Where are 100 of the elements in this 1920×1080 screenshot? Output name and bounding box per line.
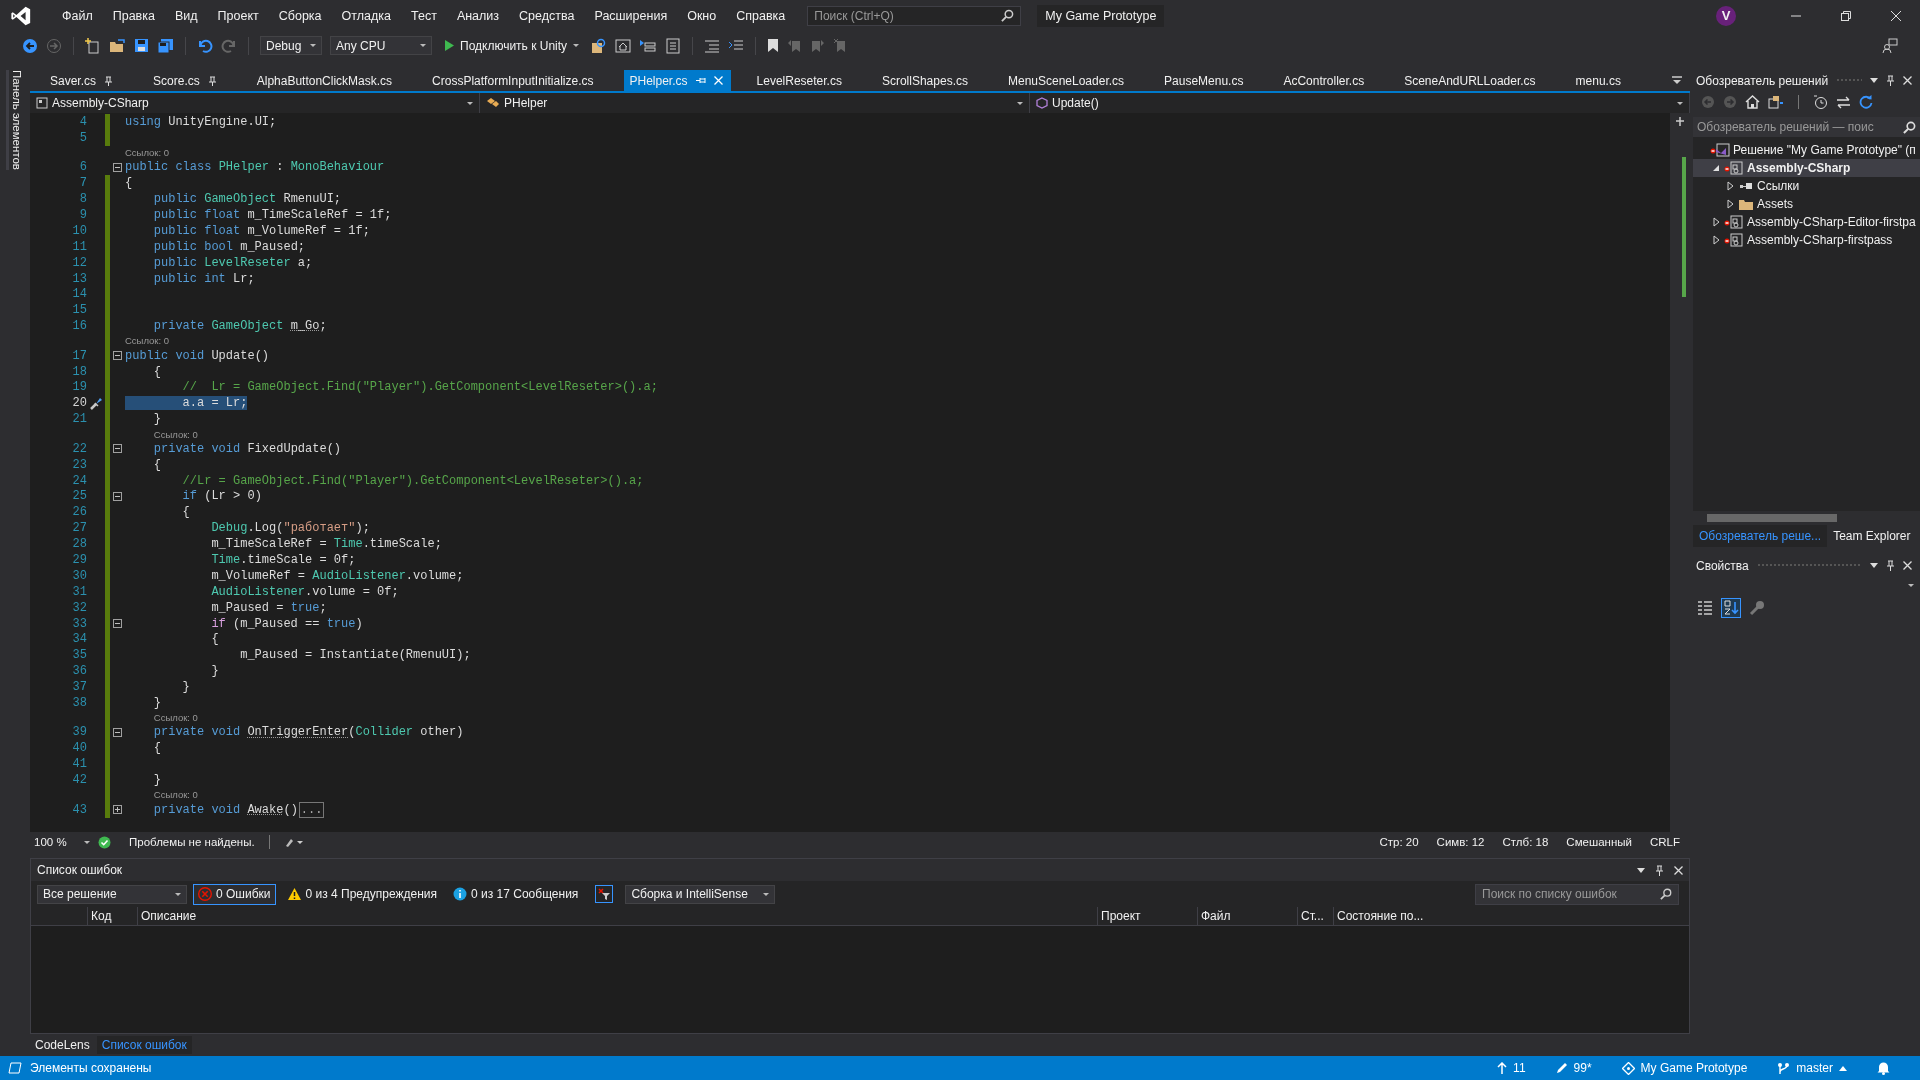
repository-indicator[interactable]: My Game Prototype xyxy=(1621,1061,1748,1075)
solution-search-field[interactable]: Обозреватель решений — поис xyxy=(1693,117,1920,137)
account-avatar[interactable]: V xyxy=(1716,5,1736,26)
close-icon[interactable] xyxy=(1903,561,1912,570)
editor-tab[interactable]: Saver.cs xyxy=(30,70,134,91)
column-header[interactable]: Файл xyxy=(1197,907,1297,925)
collapse-icon[interactable] xyxy=(113,491,122,501)
search-input[interactable]: Обозреватель решений — поис xyxy=(1697,120,1903,134)
menu-item[interactable]: Анализ xyxy=(446,8,510,23)
commits-indicator[interactable]: 11 xyxy=(1497,1061,1526,1075)
filter-icon[interactable] xyxy=(595,885,614,903)
menu-item[interactable]: Отладка xyxy=(331,8,401,23)
menu-item[interactable]: Файл xyxy=(52,8,103,23)
run-button[interactable]: Подключить к Unity xyxy=(440,36,584,55)
bookmark-icon[interactable] xyxy=(767,38,780,53)
switch-views-icon[interactable] xyxy=(1768,95,1784,109)
search-icon[interactable] xyxy=(1001,9,1015,22)
new-item-icon[interactable] xyxy=(85,37,101,54)
menu-item[interactable]: Проект xyxy=(207,8,269,23)
collapse-icon[interactable] xyxy=(113,619,122,629)
tree-item[interactable]: Assembly-CSharp-Editor-firstpa xyxy=(1693,213,1920,231)
pin-icon[interactable] xyxy=(1655,864,1664,876)
column-header[interactable]: Код xyxy=(87,907,137,925)
sort-icon[interactable] xyxy=(1721,598,1741,618)
menu-item[interactable]: Правка xyxy=(102,8,165,23)
tree-item[interactable]: Assets xyxy=(1693,195,1920,213)
configuration-dropdown[interactable]: Debug xyxy=(260,36,322,55)
undo-icon[interactable] xyxy=(197,37,213,54)
reference-count[interactable]: Ссылок: 0 xyxy=(125,335,170,347)
indent-icon[interactable] xyxy=(728,38,745,53)
source-dropdown[interactable]: Сборка и IntelliSense xyxy=(625,884,776,904)
back-icon[interactable] xyxy=(22,37,38,54)
search-input[interactable]: Поиск по списку ошибок xyxy=(1482,887,1656,901)
project-dropdown[interactable]: Assembly-CSharp xyxy=(30,93,480,113)
error-search-field[interactable]: Поиск по списку ошибок xyxy=(1475,883,1679,905)
search-icon[interactable] xyxy=(1903,120,1916,134)
expand-icon[interactable] xyxy=(113,805,122,815)
document-icon[interactable] xyxy=(665,37,682,54)
tree-item[interactable]: Решение "My Game Prototype" (п xyxy=(1693,141,1920,159)
member-dropdown[interactable]: Update() xyxy=(1030,93,1690,113)
screwdriver-icon[interactable] xyxy=(88,395,104,411)
pin-icon[interactable] xyxy=(1886,560,1895,571)
editor-tab[interactable]: ScrollShapes.cs xyxy=(861,70,988,91)
tree-item[interactable]: Assembly-CSharp-firstpass xyxy=(1693,231,1920,249)
tree-item[interactable]: Assembly-CSharp xyxy=(1693,159,1920,177)
class-dropdown[interactable]: PHelper xyxy=(480,93,1030,113)
reference-count[interactable]: Ссылок: 0 xyxy=(153,712,198,724)
indentation-indicator[interactable]: Смешанный xyxy=(1566,836,1632,848)
find-icon[interactable] xyxy=(591,37,608,54)
split-icon[interactable] xyxy=(1675,117,1685,127)
redo-icon[interactable] xyxy=(221,37,237,54)
editor-tab[interactable]: CrossPlatformInputInitialize.cs xyxy=(412,70,614,91)
column-header[interactable]: Ст... xyxy=(1297,907,1333,925)
collapse-icon[interactable] xyxy=(113,444,122,454)
save-icon[interactable] xyxy=(134,38,149,53)
close-icon[interactable] xyxy=(1903,76,1912,85)
issues-status[interactable]: Проблемы не найдены. xyxy=(129,836,255,848)
forward-icon[interactable] xyxy=(46,37,62,54)
categorized-icon[interactable] xyxy=(1697,600,1713,616)
branch-indicator[interactable]: master xyxy=(1777,1061,1847,1075)
home-icon[interactable] xyxy=(1745,95,1760,109)
align-icon[interactable] xyxy=(704,38,721,53)
menu-item[interactable]: Окно xyxy=(677,8,727,23)
column-header[interactable]: Проект xyxy=(1097,907,1197,925)
editor-tab[interactable]: SceneAndURLLoader.cs xyxy=(1384,70,1556,91)
reference-count[interactable]: Ссылок: 0 xyxy=(153,789,198,801)
panel-tab[interactable]: Обозреватель реше... xyxy=(1693,525,1828,547)
editor-tab[interactable]: PauseMenu.cs xyxy=(1144,70,1264,91)
editor-tab[interactable]: AlphaButtonClickMask.cs xyxy=(236,70,413,91)
editor-tab[interactable]: menu.cs xyxy=(1555,70,1641,91)
collapse-icon[interactable] xyxy=(113,162,122,172)
menu-item[interactable]: Тест xyxy=(401,8,447,23)
filter-button[interactable]: 0 из 4 Предупреждения xyxy=(281,883,442,905)
sync-icon[interactable] xyxy=(1836,95,1851,109)
filter-button[interactable]: 0 из 17 Сообщения xyxy=(448,883,584,905)
outline-icon[interactable] xyxy=(639,37,658,54)
editor-tab[interactable]: LevelReseter.cs xyxy=(736,70,862,91)
line-endings-indicator[interactable]: CRLF xyxy=(1649,836,1680,848)
dropdown-icon[interactable] xyxy=(1870,78,1878,83)
search-field[interactable]: Поиск (Ctrl+Q) xyxy=(807,5,1022,26)
feedback-icon[interactable] xyxy=(1882,37,1898,54)
collapse-icon[interactable] xyxy=(113,351,122,361)
brush-icon[interactable] xyxy=(283,836,304,848)
restore-icon[interactable] xyxy=(1840,9,1852,22)
platform-dropdown[interactable]: Any CPU xyxy=(330,36,432,55)
refresh-icon[interactable] xyxy=(1859,95,1873,109)
expanded-icon[interactable] xyxy=(1712,164,1720,172)
zoom-dropdown[interactable]: 100 % xyxy=(30,836,90,848)
dropdown-icon[interactable] xyxy=(1870,563,1878,568)
reference-count[interactable]: Ссылок: 0 xyxy=(153,428,198,440)
panel-tab[interactable]: Team Explorer xyxy=(1827,525,1917,547)
scope-dropdown[interactable]: Все решение xyxy=(37,884,187,904)
menu-item[interactable]: Сборка xyxy=(268,8,332,23)
changes-indicator[interactable]: 99* xyxy=(1555,1061,1592,1075)
next-bookmark-icon[interactable] xyxy=(810,38,826,53)
pin-icon[interactable] xyxy=(104,75,114,86)
wrench-icon[interactable] xyxy=(1749,600,1765,616)
pin-icon[interactable] xyxy=(1886,75,1895,86)
editor-tab[interactable]: AcController.cs xyxy=(1263,70,1385,91)
close-icon[interactable] xyxy=(1674,865,1683,875)
